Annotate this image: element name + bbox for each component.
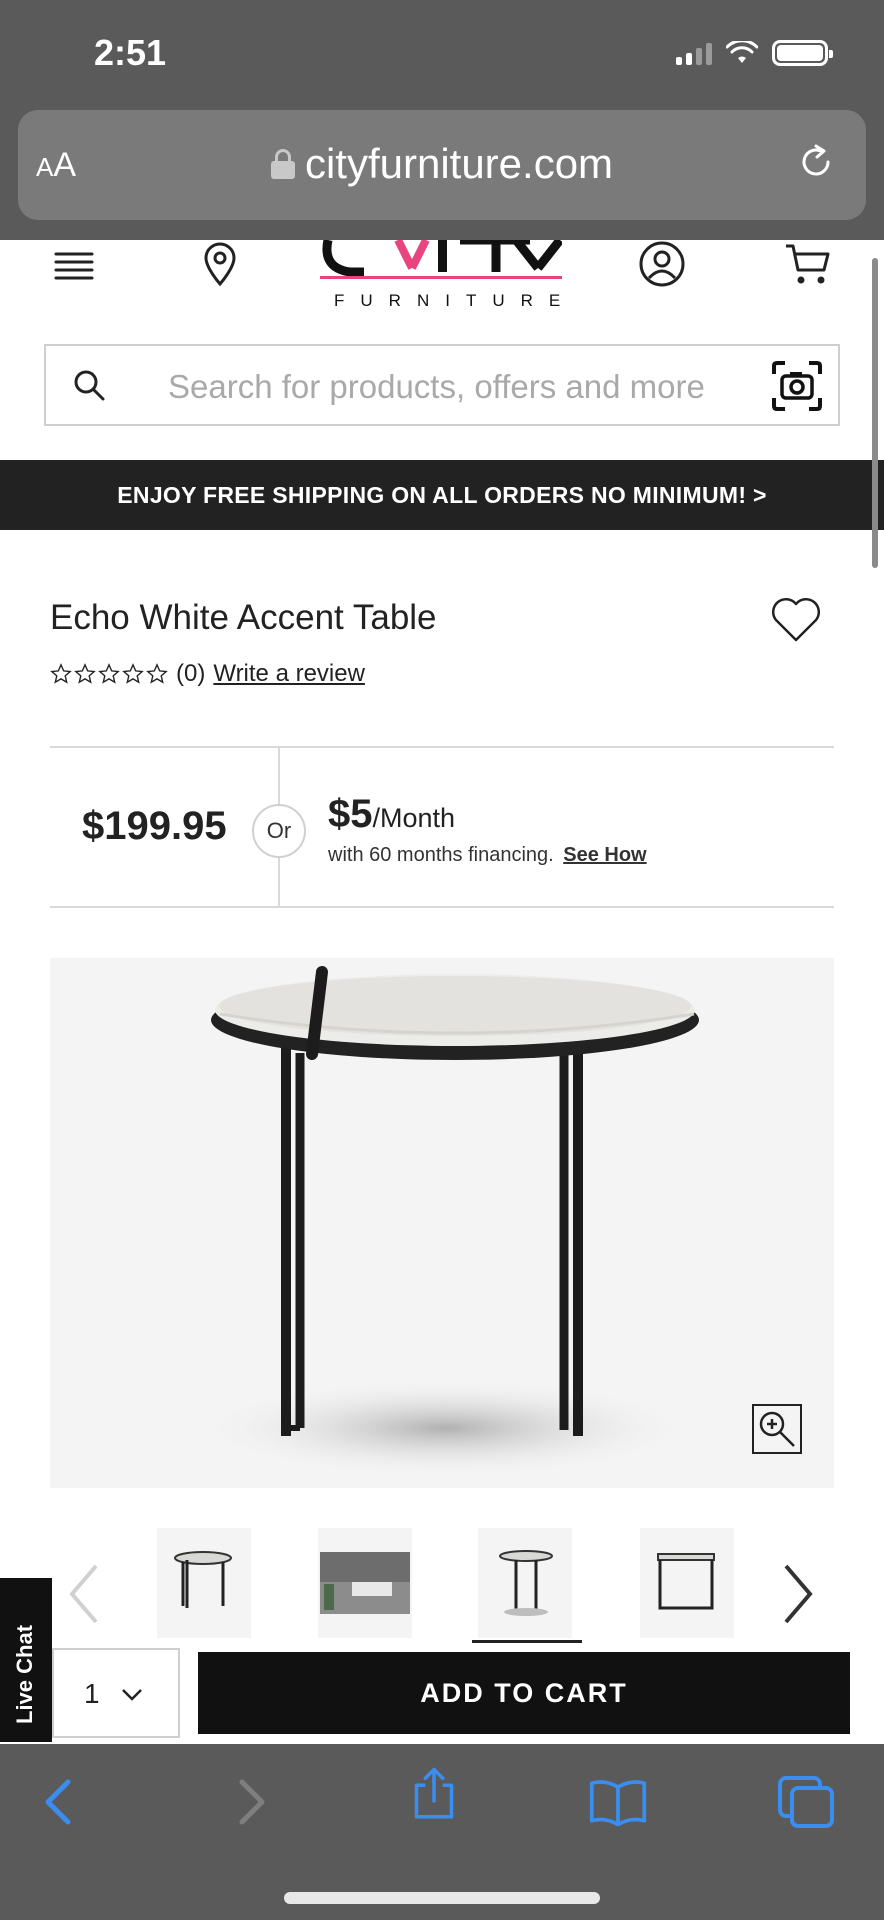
price-box: $199.95 Or $5/Month with 60 months finan… <box>50 746 834 908</box>
accent-table-image <box>195 966 699 1478</box>
battery-icon <box>772 40 833 66</box>
write-review-link[interactable]: Write a review <box>213 660 365 688</box>
quantity-value: 1 <box>84 1678 100 1709</box>
thumbnail-1[interactable] <box>157 1528 251 1638</box>
star-icon <box>74 663 96 684</box>
thumbnail-carousel <box>0 1526 884 1646</box>
logo-wordmark: FURNITURE <box>334 291 577 310</box>
zoom-button[interactable] <box>752 1404 802 1454</box>
site-header: FURNITURE <box>0 240 884 330</box>
reload-icon[interactable] <box>794 140 838 184</box>
product-title: Echo White Accent Table <box>50 598 437 637</box>
carousel-next-arrow-icon[interactable] <box>782 1562 816 1626</box>
financing-text: with 60 months financing. <box>328 844 554 866</box>
star-icon <box>146 663 168 684</box>
store-locator-icon[interactable] <box>196 240 244 288</box>
search-bar[interactable]: Search for products, offers and more <box>44 344 840 426</box>
star-icon <box>98 663 120 684</box>
bookmarks-icon[interactable] <box>588 1774 648 1830</box>
zoom-in-icon <box>759 1411 795 1447</box>
status-indicators <box>676 40 833 66</box>
live-chat-label: Live Chat <box>12 1624 37 1724</box>
wifi-icon <box>726 41 758 63</box>
tabs-icon[interactable] <box>776 1774 836 1830</box>
forward-arrow-icon[interactable] <box>220 1774 280 1830</box>
see-how-link[interactable]: See How <box>563 844 646 866</box>
star-rating-icons <box>50 663 168 685</box>
monthly-amount: $5 <box>328 792 373 836</box>
live-chat-button[interactable]: Live Chat <box>0 1578 52 1742</box>
free-shipping-banner[interactable]: ENJOY FREE SHIPPING ON ALL ORDERS NO MIN… <box>0 460 884 530</box>
url-text[interactable]: cityfurniture.com <box>305 140 613 188</box>
logo-mark <box>322 240 562 276</box>
add-to-cart-button[interactable]: ADD TO CART <box>198 1652 850 1734</box>
active-thumbnail-indicator <box>472 1640 582 1643</box>
quantity-select[interactable]: 1 <box>52 1648 180 1738</box>
monthly-price: $5/Month <box>328 792 455 837</box>
product-rating: (0) Write a review <box>50 660 365 688</box>
page-scrollbar[interactable] <box>872 258 878 568</box>
thumbnail-3[interactable] <box>478 1528 572 1638</box>
browser-chrome-top: 2:51 AA cityfurniture.com <box>0 0 884 240</box>
thumbnail-2-room-scene[interactable] <box>318 1528 412 1638</box>
home-indicator[interactable] <box>284 1892 600 1904</box>
product-image[interactable] <box>50 958 834 1488</box>
chevron-down-icon <box>122 1689 142 1701</box>
or-badge: Or <box>252 804 306 858</box>
thumbnail-4[interactable] <box>640 1528 734 1638</box>
share-icon[interactable] <box>404 1766 464 1822</box>
cart-icon[interactable] <box>784 240 832 288</box>
menu-icon[interactable] <box>50 244 98 292</box>
lock-icon <box>270 149 295 179</box>
carousel-prev-arrow-icon[interactable] <box>66 1562 100 1626</box>
status-time: 2:51 <box>94 32 167 73</box>
logo-underline <box>320 276 562 279</box>
address-bar[interactable]: AA cityfurniture.com <box>18 110 866 220</box>
search-icon[interactable] <box>70 366 110 406</box>
browser-toolbar-bottom <box>0 1744 884 1920</box>
account-icon[interactable] <box>638 240 686 288</box>
visual-search-camera-icon[interactable] <box>770 360 824 412</box>
star-icon <box>50 663 72 684</box>
back-arrow-icon[interactable] <box>30 1774 90 1830</box>
product-price: $199.95 <box>82 804 227 848</box>
review-count: (0) <box>176 660 206 687</box>
wishlist-heart-icon[interactable] <box>770 596 822 644</box>
search-placeholder[interactable]: Search for products, offers and more <box>168 368 705 406</box>
monthly-per: /Month <box>372 803 456 833</box>
star-icon <box>122 663 144 684</box>
financing-info: with 60 months financing. See How <box>328 844 647 867</box>
cellular-signal-icon <box>676 41 712 65</box>
site-logo[interactable]: FURNITURE <box>320 240 562 316</box>
